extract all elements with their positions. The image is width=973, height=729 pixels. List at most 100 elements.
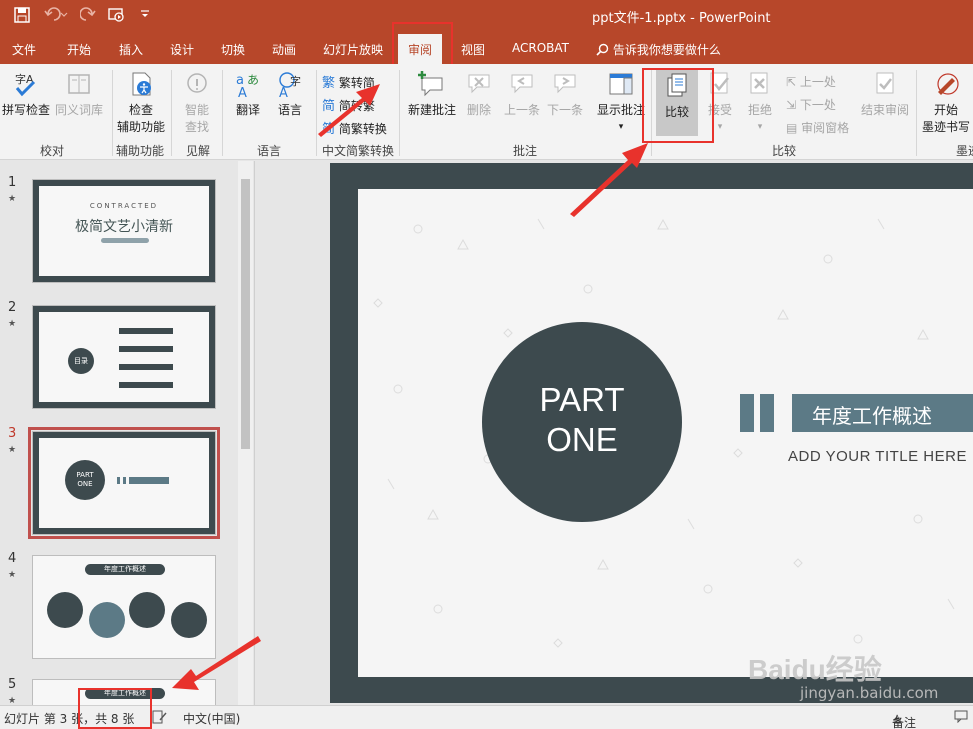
reviewing-pane-button[interactable]: ▤ 审阅窗格 [786, 119, 849, 136]
accept-icon [710, 72, 729, 94]
new-comment-icon [418, 71, 443, 97]
tab-design[interactable]: 设计 [170, 41, 194, 58]
start-slideshow-icon[interactable] [108, 7, 126, 27]
slide-subtitle[interactable]: ADD YOUR TITLE HERE [788, 448, 967, 465]
translate-button[interactable]: aあA 翻译 [228, 70, 268, 118]
to-simplified-button[interactable]: 繁 繁转简 [322, 72, 375, 91]
slide-count-status[interactable]: 幻灯片 第 3 张，共 8 张 [4, 710, 134, 727]
customize-qa-icon[interactable] [140, 7, 150, 24]
animation-star-icon: ★ [8, 194, 17, 204]
group-separator [112, 70, 113, 156]
thumb-title: 极简文艺小清新 [75, 219, 173, 235]
smart-lookup-button[interactable]: 智能 查找 [176, 70, 218, 135]
slide-thumbnail-5[interactable]: 年度工作概述 [32, 679, 216, 705]
next-change-icon: ⇲ [786, 98, 797, 112]
show-comments-icon [609, 73, 633, 95]
slide-number: 5 [8, 677, 17, 692]
end-review-button[interactable]: 结束审阅 [860, 70, 910, 118]
redo-icon[interactable] [79, 7, 96, 27]
language-status[interactable]: 中文(中国) [183, 710, 240, 727]
slide-thumbnail-pane: 1 ★ CONTRACTED 极简文艺小清新 2 ★ 目录 3 ★ PART ON… [0, 161, 255, 705]
language-button[interactable]: 字A 语言 [270, 70, 310, 118]
status-bar: 幻灯片 第 3 张，共 8 张 中文(中国) ≜ 备注 [0, 705, 973, 729]
delete-comment-icon [468, 74, 490, 94]
reject-button[interactable]: 拒绝 ▾ [744, 70, 776, 132]
dropdown-arrow-icon: ▾ [717, 122, 723, 132]
thumb-bar [123, 477, 126, 484]
scrollbar-thumb[interactable] [241, 179, 250, 449]
end-review-icon [876, 72, 894, 94]
previous-change-button[interactable]: ⇱ 上一处 [786, 73, 836, 90]
compare-button[interactable]: 比较 [656, 70, 698, 136]
thumb-circle [129, 592, 165, 628]
slide-section-title[interactable]: 年度工作概述 [792, 394, 973, 432]
previous-comment-button[interactable]: 上一条 [502, 70, 542, 118]
thumb-toc-item [119, 364, 173, 370]
baidu-watermark-url: jingyan.baidu.com [800, 684, 939, 702]
group-language-label: 语言 [257, 144, 282, 158]
spelling-status-icon[interactable] [152, 710, 167, 727]
book-icon [68, 74, 90, 94]
convert-button[interactable]: 简 简繁转换 [322, 118, 387, 137]
slide-thumbnail-2[interactable]: 目录 [32, 305, 216, 409]
slide-thumbnail-4[interactable]: 年度工作概述 [32, 555, 216, 659]
tab-slideshow[interactable]: 幻灯片放映 [323, 41, 383, 58]
new-comment-button[interactable]: 新建批注 [405, 70, 459, 118]
group-separator [651, 70, 652, 156]
language-icon: 字A [279, 72, 301, 98]
tab-review[interactable]: 审阅 [398, 34, 443, 64]
start-inking-button[interactable]: 开始 墨迹书写 [920, 70, 972, 135]
tab-file[interactable]: 文件 [12, 41, 36, 58]
group-separator [222, 70, 223, 156]
thumb-toc-item [119, 328, 173, 334]
tell-me-search[interactable]: 告诉我你想要做什么 [596, 41, 721, 58]
thumb-pill [101, 238, 149, 243]
tab-transitions[interactable]: 切换 [221, 41, 245, 58]
compare-icon [667, 73, 687, 97]
group-ink-label: 墨迹 [956, 144, 973, 158]
save-icon[interactable] [14, 7, 30, 27]
group-separator [171, 70, 172, 156]
thumbnail-scrollbar[interactable] [238, 161, 253, 705]
thumb-bar [117, 477, 120, 484]
next-comment-icon [554, 74, 576, 94]
next-change-button[interactable]: ⇲ 下一处 [786, 96, 836, 113]
slide-canvas: PART ONE 年度工作概述 ADD YOUR TITLE HERE [358, 189, 973, 677]
group-separator [399, 70, 400, 156]
simplified-char-icon: 简 [322, 99, 336, 114]
slide-thumbnail-3[interactable]: PART ONE [28, 427, 220, 539]
svg-text:A: A [279, 86, 288, 98]
tab-acrobat[interactable]: ACROBAT [512, 41, 569, 55]
pen-icon [937, 73, 959, 95]
group-accessibility-label: 辅助功能 [116, 144, 165, 158]
to-traditional-button[interactable]: 简 简转繁 [322, 95, 375, 114]
svg-text:字: 字 [290, 74, 301, 88]
tab-view[interactable]: 视图 [461, 41, 485, 58]
reviewing-pane-icon: ▤ [786, 121, 798, 135]
delete-comment-button[interactable]: 删除 [462, 70, 496, 118]
one-label: ONE [546, 421, 618, 458]
spell-check-button[interactable]: 字A 拼写检查 [2, 70, 50, 118]
convert-char-icon: 简 [322, 122, 336, 137]
traditional-char-icon: 繁 [322, 76, 336, 91]
thumb-small-title: CONTRACTED [89, 202, 159, 210]
slide-thumbnail-1[interactable]: CONTRACTED 极简文艺小清新 [32, 179, 216, 283]
undo-icon[interactable] [44, 7, 68, 27]
comments-toggle-icon[interactable] [954, 710, 968, 726]
tell-me-label: 告诉我你想要做什么 [612, 43, 721, 57]
next-comment-button[interactable]: 下一条 [545, 70, 585, 118]
check-accessibility-button[interactable]: 检查 辅助功能 [116, 70, 166, 135]
accept-button[interactable]: 接受 ▾ [704, 70, 736, 132]
tab-animations[interactable]: 动画 [272, 41, 296, 58]
tab-insert[interactable]: 插入 [119, 41, 143, 58]
show-comments-button[interactable]: 显示批注 ▾ [594, 70, 648, 132]
part-one-circle[interactable]: PART ONE [482, 322, 682, 522]
previous-change-icon: ⇱ [786, 75, 797, 89]
slide-editor: PART ONE 年度工作概述 ADD YOUR TITLE HERE [256, 161, 973, 705]
dropdown-arrow-icon: ▾ [618, 122, 624, 132]
accessibility-icon [132, 72, 151, 96]
current-slide[interactable]: PART ONE 年度工作概述 ADD YOUR TITLE HERE [330, 163, 973, 703]
thesaurus-button[interactable]: 同义词库 [52, 70, 106, 118]
animation-star-icon: ★ [8, 445, 17, 455]
tab-home[interactable]: 开始 [67, 41, 91, 58]
